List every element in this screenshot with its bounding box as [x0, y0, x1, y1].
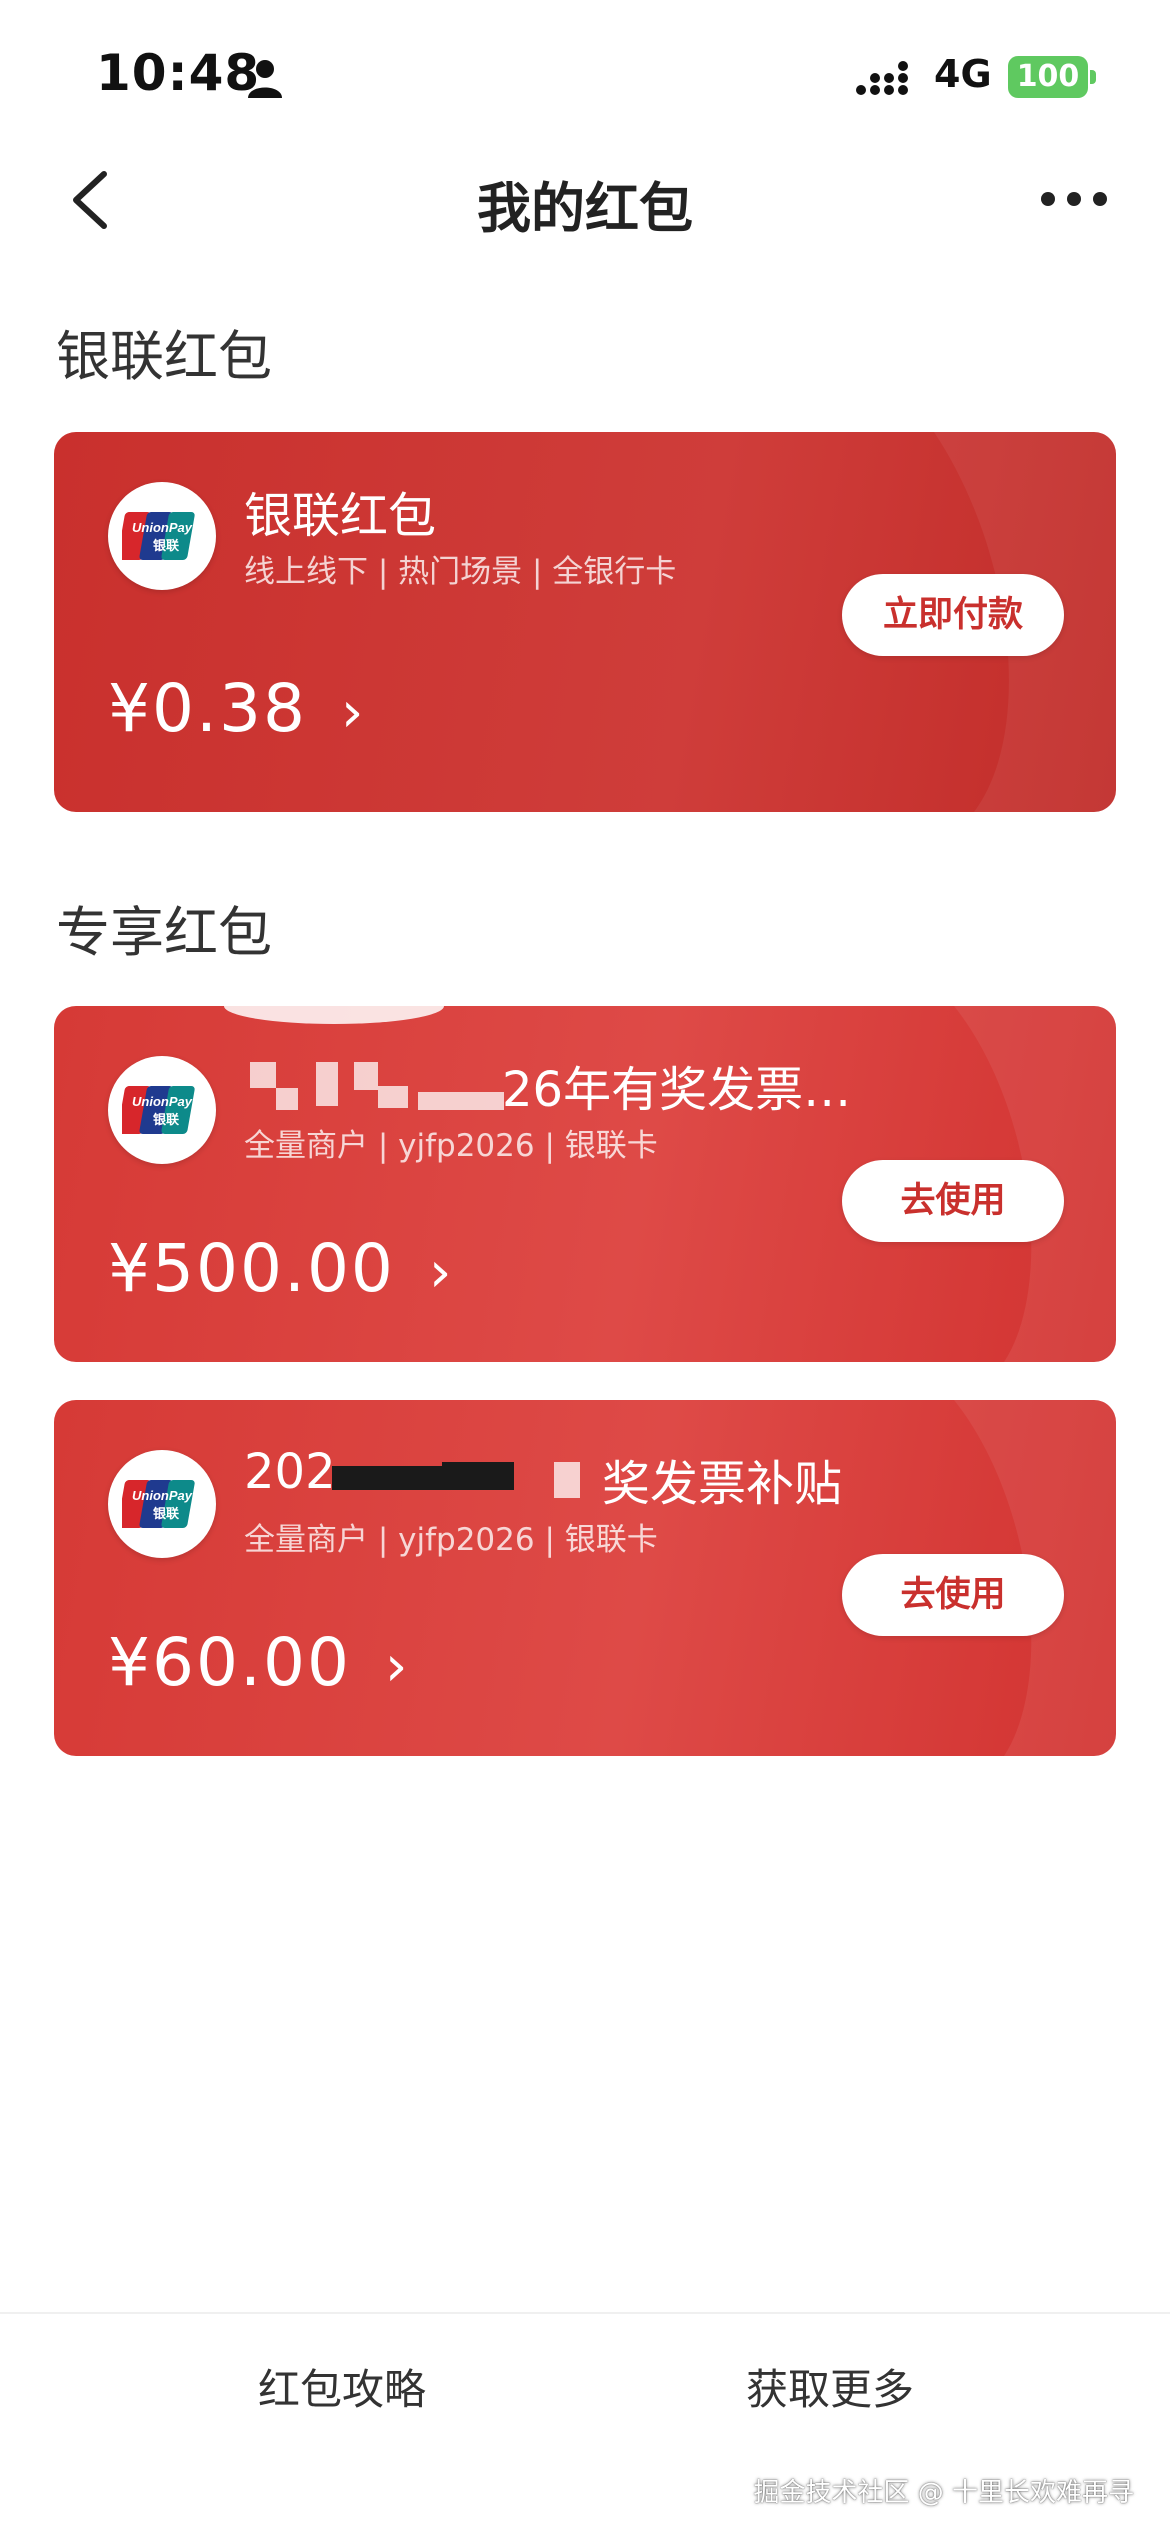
amount-value: ¥0.38	[108, 670, 307, 747]
redaction-block	[354, 1062, 378, 1090]
use-button[interactable]: 去使用	[842, 1554, 1064, 1636]
svg-text:UnionPay: UnionPay	[132, 520, 193, 535]
card-title: 26年有奖发票…	[502, 1062, 852, 1118]
card-amount[interactable]: ¥0.38 ›	[108, 670, 365, 747]
svg-text:UnionPay: UnionPay	[132, 1488, 193, 1503]
section-label-exclusive: 专享红包	[56, 901, 272, 964]
signal-icon	[856, 61, 908, 95]
amount-value: ¥60.00	[108, 1624, 351, 1701]
red-packet-card[interactable]: UnionPay 银联 26年有奖发票… 全量商户 | yjfp2026 | 银…	[54, 1006, 1116, 1362]
svg-text:银联: 银联	[153, 1112, 179, 1128]
unionpay-logo: UnionPay 银联	[108, 1056, 216, 1164]
chevron-right-icon: ›	[340, 680, 366, 745]
battery-tip	[1090, 70, 1096, 84]
bottom-bar: 红包攻略 获取更多 掘金技术社区 @ 十里长欢难再寻	[0, 2312, 1170, 2532]
card-title: 奖发票补贴	[602, 1456, 843, 1512]
card-subtitle: 全量商户 | yjfp2026 | 银联卡	[244, 1128, 658, 1164]
svg-text:银联: 银联	[153, 538, 179, 554]
pay-now-button[interactable]: 立即付款	[842, 574, 1064, 656]
chevron-right-icon: ›	[428, 1240, 454, 1305]
red-packet-card[interactable]: UnionPay 银联 202 奖发票补贴 全量商户 | yjfp2026 | …	[54, 1400, 1116, 1756]
page-title: 我的红包	[477, 177, 693, 240]
chevron-right-icon: ›	[384, 1634, 410, 1699]
get-more-link[interactable]: 获取更多	[746, 2356, 914, 2417]
redaction-block	[250, 1062, 276, 1088]
svg-text:银联: 银联	[153, 1506, 179, 1522]
red-packet-card[interactable]: UnionPay 银联 银联红包 线上线下 | 热门场景 | 全银行卡 ¥0.3…	[54, 432, 1116, 812]
unionpay-logo: UnionPay 银联	[108, 482, 216, 590]
redaction-block	[554, 1462, 580, 1498]
card-title-prefix: 202	[244, 1444, 336, 1500]
card-subtitle: 全量商户 | yjfp2026 | 银联卡	[244, 1522, 658, 1558]
card-amount[interactable]: ¥60.00 ›	[108, 1624, 409, 1701]
watermark: 掘金技术社区 @ 十里长欢难再寻	[753, 2478, 1134, 2508]
status-bar: 10:48 4G 100	[0, 0, 1170, 140]
redaction-block	[332, 1466, 442, 1490]
redaction-block	[378, 1086, 408, 1108]
status-time: 10:48	[96, 44, 261, 102]
section-label-unionpay: 银联红包	[56, 325, 272, 388]
redaction-block	[442, 1462, 514, 1490]
red-packet-guide-link[interactable]: 红包攻略	[258, 2356, 426, 2417]
more-dots-icon[interactable]	[1038, 188, 1110, 210]
network-label: 4G	[934, 52, 992, 96]
card-subtitle: 线上线下 | 热门场景 | 全银行卡	[244, 554, 677, 590]
amount-value: ¥500.00	[108, 1230, 395, 1307]
svg-text:UnionPay: UnionPay	[132, 1094, 193, 1109]
person-icon	[248, 60, 282, 98]
redaction-block	[418, 1092, 504, 1110]
unionpay-logo: UnionPay 银联	[108, 1450, 216, 1558]
use-button[interactable]: 去使用	[842, 1160, 1064, 1242]
card-title: 银联红包	[244, 488, 437, 544]
redaction-block	[276, 1088, 298, 1110]
battery-indicator: 100	[1008, 56, 1088, 98]
page: 10:48 4G 100 我的红包 银联红包 UnionPay 银联 银联红包 …	[0, 0, 1170, 2532]
redaction-block	[316, 1062, 338, 1106]
nav-bar: 我的红包	[0, 140, 1170, 260]
card-amount[interactable]: ¥500.00 ›	[108, 1230, 453, 1307]
